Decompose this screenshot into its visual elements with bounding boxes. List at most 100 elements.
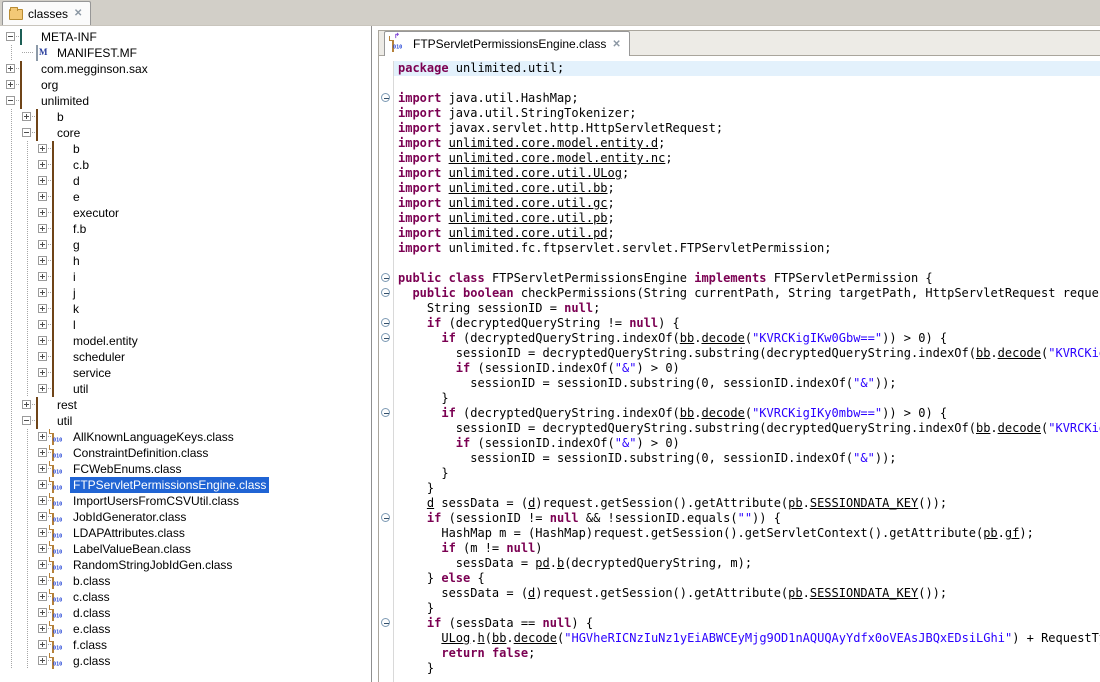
expand-icon[interactable] xyxy=(38,544,47,553)
tree-item[interactable]: b xyxy=(0,141,371,157)
code-link[interactable]: SESSIONDATA_KEY xyxy=(810,586,918,600)
expand-icon[interactable] xyxy=(38,368,47,377)
tree-item[interactable]: 010e.class xyxy=(0,621,371,637)
collapse-icon[interactable] xyxy=(22,416,31,425)
collapse-icon[interactable] xyxy=(6,96,15,105)
tree-item-label[interactable]: util xyxy=(70,381,91,397)
expand-icon[interactable] xyxy=(38,512,47,521)
expand-icon[interactable] xyxy=(6,64,15,73)
tree-item[interactable]: org xyxy=(0,77,371,93)
fold-marker-icon[interactable] xyxy=(381,273,390,282)
tree-item-label[interactable]: JobIdGenerator.class xyxy=(70,509,189,525)
expand-icon[interactable] xyxy=(38,464,47,473)
expand-icon[interactable] xyxy=(22,400,31,409)
fold-marker-icon[interactable] xyxy=(381,408,390,417)
tree-item[interactable]: 010AllKnownLanguageKeys.class xyxy=(0,429,371,445)
code-link[interactable]: SESSIONDATA_KEY xyxy=(810,496,918,510)
expand-icon[interactable] xyxy=(38,240,47,249)
tree-item-label[interactable]: e xyxy=(70,189,83,205)
tree-item[interactable]: g xyxy=(0,237,371,253)
expand-icon[interactable] xyxy=(38,528,47,537)
close-icon[interactable]: ✕ xyxy=(73,8,83,19)
code-link[interactable]: unlimited.core.model.entity.nc xyxy=(449,151,666,165)
tree-item[interactable]: h xyxy=(0,253,371,269)
tree-item-label[interactable]: ConstraintDefinition.class xyxy=(70,445,211,461)
expand-icon[interactable] xyxy=(38,352,47,361)
code-link[interactable]: pb xyxy=(788,496,802,510)
collapse-icon[interactable] xyxy=(6,32,15,41)
tree-item-label[interactable]: RandomStringJobIdGen.class xyxy=(70,557,235,573)
tree-item[interactable]: rest xyxy=(0,397,371,413)
expand-icon[interactable] xyxy=(38,608,47,617)
expand-icon[interactable] xyxy=(38,576,47,585)
tree-item[interactable]: c.b xyxy=(0,157,371,173)
expand-icon[interactable] xyxy=(38,496,47,505)
fold-marker-icon[interactable] xyxy=(381,318,390,327)
tree-item-label[interactable]: AllKnownLanguageKeys.class xyxy=(70,429,237,445)
tree-item[interactable]: 010ConstraintDefinition.class xyxy=(0,445,371,461)
expand-icon[interactable] xyxy=(38,448,47,457)
expand-icon[interactable] xyxy=(38,176,47,185)
code-link[interactable]: unlimited.core.util.bb xyxy=(449,181,608,195)
close-icon[interactable]: ✕ xyxy=(611,39,621,50)
tree-item[interactable]: e xyxy=(0,189,371,205)
tree-item[interactable]: executor xyxy=(0,205,371,221)
code-link[interactable]: pb xyxy=(788,586,802,600)
tree-item-label[interactable]: org xyxy=(38,77,61,93)
tree-item[interactable]: 010c.class xyxy=(0,589,371,605)
code-editor[interactable]: package unlimited.util;import java.util.… xyxy=(378,56,1100,682)
expand-icon[interactable] xyxy=(38,144,47,153)
code-link[interactable]: bb xyxy=(680,406,694,420)
tree-item-label[interactable]: rest xyxy=(54,397,80,413)
tree-item[interactable]: com.megginson.sax xyxy=(0,61,371,77)
tree-item[interactable]: 010g.class xyxy=(0,653,371,669)
tree-item-label[interactable]: b xyxy=(54,109,67,125)
tree-item-label[interactable]: service xyxy=(70,365,114,381)
tree-item-label[interactable]: executor xyxy=(70,205,122,221)
tree-item[interactable]: i xyxy=(0,269,371,285)
expand-icon[interactable] xyxy=(38,160,47,169)
expand-icon[interactable] xyxy=(38,640,47,649)
tree-item[interactable]: MMANIFEST.MF xyxy=(0,45,371,61)
fold-marker-icon[interactable] xyxy=(381,333,390,342)
expand-icon[interactable] xyxy=(38,432,47,441)
tree-item-label[interactable]: FCWebEnums.class xyxy=(70,461,184,477)
tree-item-label[interactable]: META-INF xyxy=(38,29,100,45)
expand-icon[interactable] xyxy=(38,320,47,329)
tree-item[interactable]: 010b.class xyxy=(0,573,371,589)
tree-item-label[interactable]: d xyxy=(70,173,83,189)
tree-item-label[interactable]: unlimited xyxy=(38,93,92,109)
code-link[interactable]: gf xyxy=(1005,526,1019,540)
tree-item-label[interactable]: g xyxy=(70,237,83,253)
expand-icon[interactable] xyxy=(38,304,47,313)
code-link[interactable]: decode xyxy=(998,421,1041,435)
tree-item-label[interactable]: core xyxy=(54,125,83,141)
code-link[interactable]: decode xyxy=(998,346,1041,360)
code-link[interactable]: unlimited.core.util.pb xyxy=(449,211,608,225)
tree-item[interactable]: 010ImportUsersFromCSVUtil.class xyxy=(0,493,371,509)
expand-icon[interactable] xyxy=(38,192,47,201)
tree-item-label[interactable]: util xyxy=(54,413,75,429)
tree-item-label[interactable]: b.class xyxy=(70,573,113,589)
expand-icon[interactable] xyxy=(38,208,47,217)
expand-icon[interactable] xyxy=(38,560,47,569)
tree-item[interactable]: j xyxy=(0,285,371,301)
expand-icon[interactable] xyxy=(22,112,31,121)
expand-icon[interactable] xyxy=(38,336,47,345)
tree-item[interactable]: 010d.class xyxy=(0,605,371,621)
tree-item-label[interactable]: l xyxy=(70,317,79,333)
tree-item-label-selected[interactable]: FTPServletPermissionsEngine.class xyxy=(70,477,269,493)
tree-item[interactable]: d xyxy=(0,173,371,189)
tree-item[interactable]: model.entity xyxy=(0,333,371,349)
expand-icon[interactable] xyxy=(38,624,47,633)
expand-icon[interactable] xyxy=(38,272,47,281)
expand-icon[interactable] xyxy=(38,256,47,265)
tree-item-label[interactable]: f.b xyxy=(70,221,89,237)
tree-item-label[interactable]: ImportUsersFromCSVUtil.class xyxy=(70,493,242,509)
fold-marker-icon[interactable] xyxy=(381,513,390,522)
tree-item-label[interactable]: f.class xyxy=(70,637,110,653)
tree-item[interactable]: core xyxy=(0,125,371,141)
code-link[interactable]: decode xyxy=(514,631,557,645)
tree-item-label[interactable]: LabelValueBean.class xyxy=(70,541,194,557)
tree-item-label[interactable]: g.class xyxy=(70,653,113,669)
